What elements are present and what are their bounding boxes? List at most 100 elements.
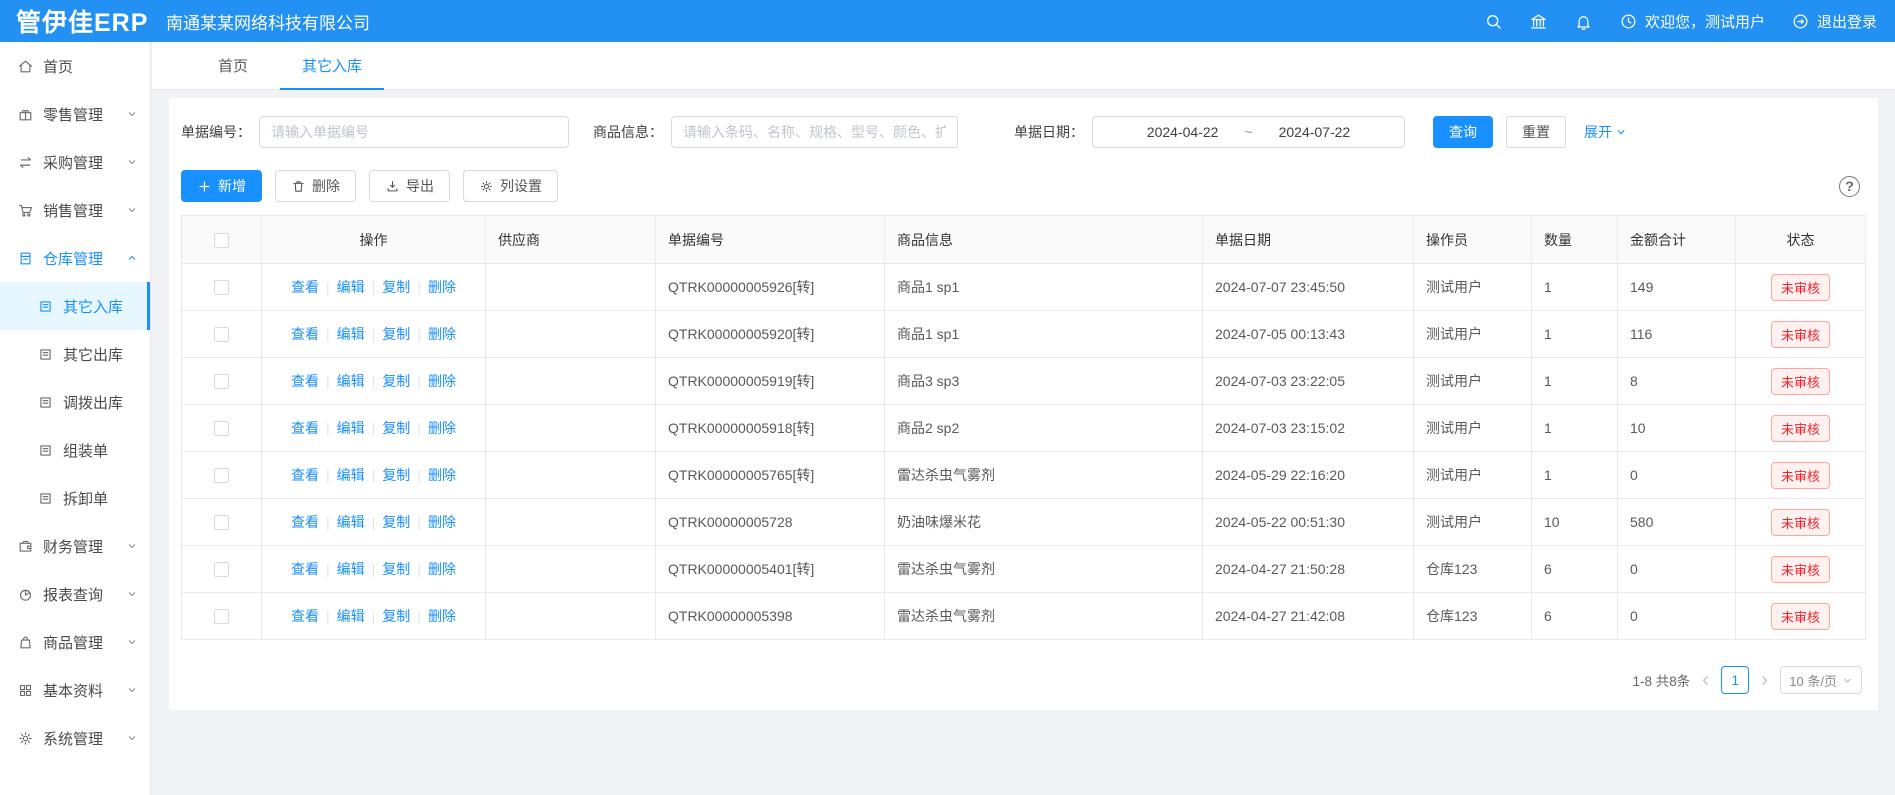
sidebar-item-调拨出库[interactable]: 调拨出库 — [0, 378, 150, 426]
sidebar-item-组装单[interactable]: 组装单 — [0, 426, 150, 474]
chevron-down — [126, 156, 138, 168]
page-number[interactable]: 1 — [1721, 666, 1749, 694]
row-action-edit[interactable]: 编辑 — [337, 512, 365, 532]
chevron-down — [126, 588, 138, 600]
next-page-icon[interactable] — [1758, 674, 1771, 687]
row-action-copy[interactable]: 复制 — [382, 512, 410, 532]
finance-icon — [17, 538, 34, 555]
plus-icon — [197, 179, 212, 194]
sidebar-item-报表查询[interactable]: 报表查询 — [0, 570, 150, 618]
row-action-copy[interactable]: 复制 — [382, 559, 410, 579]
prev-page-icon[interactable] — [1699, 674, 1712, 687]
row-action-edit[interactable]: 编辑 — [337, 418, 365, 438]
row-action-view[interactable]: 查看 — [291, 465, 319, 485]
search-button[interactable]: 查询 — [1433, 116, 1493, 148]
row-action-view[interactable]: 查看 — [291, 371, 319, 391]
cell-operator: 测试用户 — [1414, 311, 1532, 358]
row-checkbox[interactable] — [214, 609, 229, 624]
row-action-edit[interactable]: 编辑 — [337, 324, 365, 344]
tab-home[interactable]: 首页 — [196, 42, 270, 89]
sidebar-item-采购管理[interactable]: 采购管理 — [0, 138, 150, 186]
select-all-checkbox[interactable] — [214, 233, 229, 248]
sidebar-item-label: 零售管理 — [43, 104, 103, 125]
sidebar-item-首页[interactable]: 首页 — [0, 42, 150, 90]
row-action-delete[interactable]: 删除 — [428, 277, 456, 297]
sidebar-item-销售管理[interactable]: 销售管理 — [0, 186, 150, 234]
export-button[interactable]: 导出 — [369, 170, 450, 202]
row-checkbox[interactable] — [214, 280, 229, 295]
row-action-view[interactable]: 查看 — [291, 559, 319, 579]
row-action-copy[interactable]: 复制 — [382, 277, 410, 297]
row-checkbox[interactable] — [214, 468, 229, 483]
delete-button[interactable]: 删除 — [275, 170, 356, 202]
row-action-copy[interactable]: 复制 — [382, 418, 410, 438]
row-action-delete[interactable]: 删除 — [428, 465, 456, 485]
add-button[interactable]: 新增 — [181, 170, 262, 202]
cell-supplier — [486, 452, 656, 499]
product-info-input[interactable] — [671, 116, 958, 148]
row-action-delete[interactable]: 删除 — [428, 324, 456, 344]
sidebar-menu: 首页零售管理采购管理销售管理仓库管理其它入库其它出库调拨出库组装单拆卸单财务管理… — [0, 42, 150, 762]
logout-icon — [1791, 12, 1810, 31]
row-action-edit[interactable]: 编辑 — [337, 277, 365, 297]
row-checkbox[interactable] — [214, 327, 229, 342]
sidebar-item-拆卸单[interactable]: 拆卸单 — [0, 474, 150, 522]
row-action-delete[interactable]: 删除 — [428, 512, 456, 532]
date-start[interactable]: 2024-04-22 — [1147, 124, 1219, 140]
search-icon[interactable] — [1484, 12, 1503, 31]
product-icon — [17, 634, 34, 651]
row-checkbox[interactable] — [214, 374, 229, 389]
row-checkbox[interactable] — [214, 562, 229, 577]
row-action-view[interactable]: 查看 — [291, 606, 319, 626]
row-action-delete[interactable]: 删除 — [428, 606, 456, 626]
help-icon[interactable]: ? — [1839, 176, 1860, 197]
row-action-edit[interactable]: 编辑 — [337, 371, 365, 391]
row-action-edit[interactable]: 编辑 — [337, 559, 365, 579]
sidebar-item-商品管理[interactable]: 商品管理 — [0, 618, 150, 666]
cell-bill-no: QTRK00000005765[转] — [656, 452, 885, 499]
reset-button[interactable]: 重置 — [1506, 116, 1566, 148]
expand-link[interactable]: 展开 — [1584, 122, 1627, 142]
sidebar-item-label: 销售管理 — [43, 200, 103, 221]
cell-amount: 580 — [1618, 499, 1736, 546]
row-action-copy[interactable]: 复制 — [382, 371, 410, 391]
date-end[interactable]: 2024-07-22 — [1279, 124, 1351, 140]
column-settings-button[interactable]: 列设置 — [463, 170, 558, 202]
date-range-picker[interactable]: 2024-04-22 ~ 2024-07-22 — [1092, 116, 1405, 148]
row-action-copy[interactable]: 复制 — [382, 324, 410, 344]
row-action-delete[interactable]: 删除 — [428, 371, 456, 391]
sidebar-item-系统管理[interactable]: 系统管理 — [0, 714, 150, 762]
bill-no-input[interactable] — [259, 116, 569, 148]
row-checkbox[interactable] — [214, 421, 229, 436]
action-divider: | — [372, 279, 376, 295]
row-action-delete[interactable]: 删除 — [428, 418, 456, 438]
row-action-view[interactable]: 查看 — [291, 512, 319, 532]
bank-icon[interactable] — [1529, 12, 1548, 31]
status-badge: 未审核 — [1771, 274, 1830, 301]
row-action-delete[interactable]: 删除 — [428, 559, 456, 579]
sidebar-item-仓库管理[interactable]: 仓库管理 — [0, 234, 150, 282]
row-action-view[interactable]: 查看 — [291, 418, 319, 438]
bell-icon[interactable] — [1574, 12, 1593, 31]
row-action-edit[interactable]: 编辑 — [337, 465, 365, 485]
sidebar-item-基本资料[interactable]: 基本资料 — [0, 666, 150, 714]
row-action-view[interactable]: 查看 — [291, 324, 319, 344]
sidebar-item-零售管理[interactable]: 零售管理 — [0, 90, 150, 138]
logout-button[interactable]: 退出登录 — [1791, 11, 1877, 32]
cell-bill-no: QTRK00000005919[转] — [656, 358, 885, 405]
sidebar-item-财务管理[interactable]: 财务管理 — [0, 522, 150, 570]
row-action-view[interactable]: 查看 — [291, 277, 319, 297]
row-checkbox[interactable] — [214, 515, 229, 530]
welcome-user[interactable]: 欢迎您，测试用户 — [1619, 11, 1765, 32]
warehouse-icon — [17, 250, 34, 267]
col-status: 状态 — [1736, 216, 1866, 264]
sidebar-item-其它入库[interactable]: 其它入库 — [0, 282, 150, 330]
page-size-select[interactable]: 10 条/页 — [1780, 666, 1862, 694]
cell-amount: 0 — [1618, 452, 1736, 499]
row-action-copy[interactable]: 复制 — [382, 465, 410, 485]
sidebar-item-其它出库[interactable]: 其它出库 — [0, 330, 150, 378]
tab-other-inbound[interactable]: 其它入库 — [280, 42, 384, 89]
row-action-copy[interactable]: 复制 — [382, 606, 410, 626]
basic-icon — [17, 682, 34, 699]
row-action-edit[interactable]: 编辑 — [337, 606, 365, 626]
